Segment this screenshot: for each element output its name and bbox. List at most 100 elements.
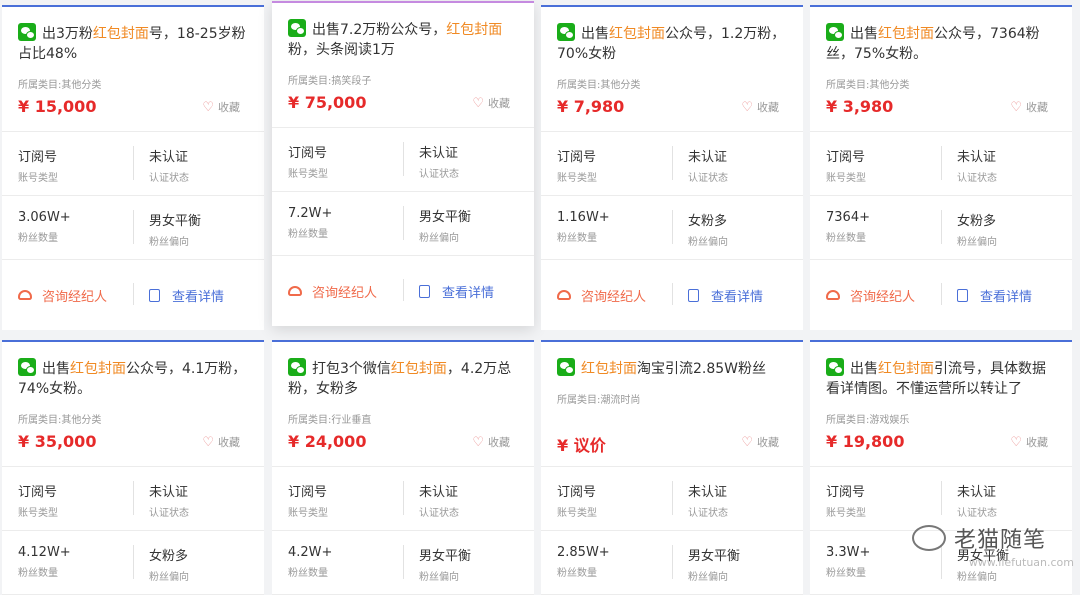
- account-type-value: 订阅号: [826, 150, 866, 165]
- fans-bias-label: 粉丝偏向: [419, 572, 459, 583]
- agent-icon: [557, 290, 571, 300]
- listing-price: ¥ 24,000: [288, 432, 367, 451]
- heart-icon: ♡: [741, 435, 753, 450]
- listing-card[interactable]: 出售红包封面公众号，7364粉丝，75%女粉。 所属类目:其他分类 ¥ 3,98…: [810, 5, 1072, 330]
- listing-title[interactable]: 出售红包封面公众号，4.1万粉，74%女粉。: [18, 358, 248, 399]
- listing-category: 所属类目:其他分类: [18, 80, 102, 91]
- cert-status-value: 未认证: [957, 485, 997, 500]
- listing-title[interactable]: 出售7.2万粉公众号，红包封面粉，头条阅读1万: [288, 19, 518, 60]
- listing-card[interactable]: 打包3个微信红包封面，4.2万总粉，女粉多 所属类目:行业垂直 ¥ 24,000…: [272, 340, 534, 595]
- favorite-button[interactable]: ♡ 收藏: [202, 434, 240, 450]
- fans-count-label: 粉丝数量: [18, 568, 58, 579]
- view-details-button[interactable]: 查看详情: [672, 282, 803, 305]
- fans-bias-label: 粉丝偏向: [149, 237, 189, 248]
- wechat-icon: [288, 358, 306, 376]
- listing-title[interactable]: 出售红包封面公众号，7364粉丝，75%女粉。: [826, 23, 1056, 64]
- cert-status-label: 认证状态: [149, 173, 189, 184]
- consult-agent-button[interactable]: 咨询经纪人: [272, 282, 403, 301]
- listing-category: 所属类目:其他分类: [18, 415, 102, 426]
- heart-icon: ♡: [472, 435, 484, 450]
- listing-title[interactable]: 打包3个微信红包封面，4.2万总粉，女粉多: [288, 358, 518, 399]
- heart-icon: ♡: [202, 100, 214, 115]
- favorite-button[interactable]: ♡ 收藏: [472, 95, 510, 111]
- agent-icon: [18, 290, 32, 300]
- account-type-value: 订阅号: [557, 485, 597, 500]
- fans-bias-label: 粉丝偏向: [957, 572, 997, 583]
- view-details-button[interactable]: 查看详情: [133, 282, 264, 305]
- heart-icon: ♡: [472, 96, 484, 111]
- cert-status-value: 未认证: [957, 150, 997, 165]
- fans-count-label: 粉丝数量: [557, 568, 597, 579]
- document-icon: [957, 288, 968, 302]
- fans-count-value: 2.85W+: [557, 545, 610, 560]
- listing-title[interactable]: 红包封面淘宝引流2.85W粉丝: [557, 358, 787, 379]
- cert-status-label: 认证状态: [957, 508, 997, 519]
- favorite-button[interactable]: ♡ 收藏: [1010, 434, 1048, 450]
- cert-status-label: 认证状态: [149, 508, 189, 519]
- account-type-value: 订阅号: [18, 485, 58, 500]
- consult-agent-button[interactable]: 咨询经纪人: [541, 286, 672, 305]
- account-type-label: 账号类型: [18, 173, 58, 184]
- fans-count-label: 粉丝数量: [288, 229, 328, 240]
- fans-bias-value: 男女平衡: [149, 214, 202, 229]
- fans-count-label: 粉丝数量: [826, 233, 866, 244]
- fans-count-value: 4.12W+: [18, 545, 71, 560]
- fans-bias-label: 粉丝偏向: [957, 237, 997, 248]
- account-type-value: 订阅号: [557, 150, 597, 165]
- fans-bias-label: 粉丝偏向: [149, 572, 189, 583]
- watermark: 老猫随笔: [911, 522, 1046, 554]
- fans-count-label: 粉丝数量: [826, 568, 866, 579]
- listing-card[interactable]: 出售红包封面公众号，1.2万粉，70%女粉 所属类目:其他分类 ¥ 7,980 …: [541, 5, 803, 330]
- document-icon: [149, 288, 160, 302]
- cert-status-value: 未认证: [419, 146, 459, 161]
- heart-icon: ♡: [1010, 435, 1022, 450]
- view-details-button[interactable]: 查看详情: [941, 282, 1072, 305]
- account-type-value: 订阅号: [288, 485, 328, 500]
- favorite-button[interactable]: ♡ 收藏: [1010, 99, 1048, 115]
- cert-status-value: 未认证: [688, 150, 728, 165]
- fans-bias-value: 女粉多: [149, 549, 189, 564]
- listing-card[interactable]: 出3万粉红包封面号，18-25岁粉占比48% 所属类目:其他分类 ¥ 15,00…: [2, 5, 264, 330]
- cert-status-value: 未认证: [149, 150, 189, 165]
- listing-category: 所属类目:行业垂直: [288, 415, 372, 426]
- fans-bias-label: 粉丝偏向: [688, 237, 728, 248]
- favorite-button[interactable]: ♡ 收藏: [741, 99, 779, 115]
- account-type-label: 账号类型: [826, 173, 866, 184]
- heart-icon: ♡: [741, 100, 753, 115]
- wechat-icon: [826, 358, 844, 376]
- heart-icon: ♡: [202, 435, 214, 450]
- listing-title[interactable]: 出售红包封面引流号，具体数据看详情图。不懂运营所以转让了: [826, 358, 1056, 399]
- listing-category: 所属类目:其他分类: [557, 80, 641, 91]
- consult-agent-button[interactable]: 咨询经纪人: [2, 286, 133, 305]
- fans-bias-value: 女粉多: [957, 214, 997, 229]
- fans-bias-value: 男女平衡: [419, 549, 472, 564]
- listing-category: 所属类目:其他分类: [826, 80, 910, 91]
- cert-status-label: 认证状态: [419, 169, 459, 180]
- listing-card[interactable]: 出售7.2万粉公众号，红包封面粉，头条阅读1万 所属类目:搞笑段子 ¥ 75,0…: [272, 1, 534, 326]
- listing-title[interactable]: 出3万粉红包封面号，18-25岁粉占比48%: [18, 23, 248, 64]
- listing-card[interactable]: 红包封面淘宝引流2.85W粉丝 所属类目:潮流时尚 ¥ 议价 ♡ 收藏 订阅号 账号…: [541, 340, 803, 595]
- agent-icon: [288, 286, 302, 296]
- fans-bias-value: 男女平衡: [688, 549, 741, 564]
- fans-count-value: 3.06W+: [18, 210, 71, 225]
- watermark-logo-icon: [911, 525, 946, 551]
- favorite-button[interactable]: ♡ 收藏: [741, 434, 779, 450]
- listing-price: ¥ 3,980: [826, 97, 894, 116]
- fans-count-label: 粉丝数量: [288, 568, 328, 579]
- agent-icon: [826, 290, 840, 300]
- favorite-button[interactable]: ♡ 收藏: [472, 434, 510, 450]
- cert-status-label: 认证状态: [419, 508, 459, 519]
- listing-price: ¥ 7,980: [557, 97, 625, 116]
- favorite-button[interactable]: ♡ 收藏: [202, 99, 240, 115]
- listing-card[interactable]: 出售红包封面公众号，4.1万粉，74%女粉。 所属类目:其他分类 ¥ 35,00…: [2, 340, 264, 595]
- fans-bias-value: 女粉多: [688, 214, 728, 229]
- listing-title[interactable]: 出售红包封面公众号，1.2万粉，70%女粉: [557, 23, 787, 64]
- fans-count-label: 粉丝数量: [18, 233, 58, 244]
- consult-agent-button[interactable]: 咨询经纪人: [810, 286, 941, 305]
- account-type-label: 账号类型: [826, 508, 866, 519]
- cert-status-value: 未认证: [149, 485, 189, 500]
- wechat-icon: [288, 19, 306, 37]
- listing-price: ¥ 75,000: [288, 93, 367, 112]
- account-type-label: 账号类型: [288, 169, 328, 180]
- view-details-button[interactable]: 查看详情: [403, 278, 534, 301]
